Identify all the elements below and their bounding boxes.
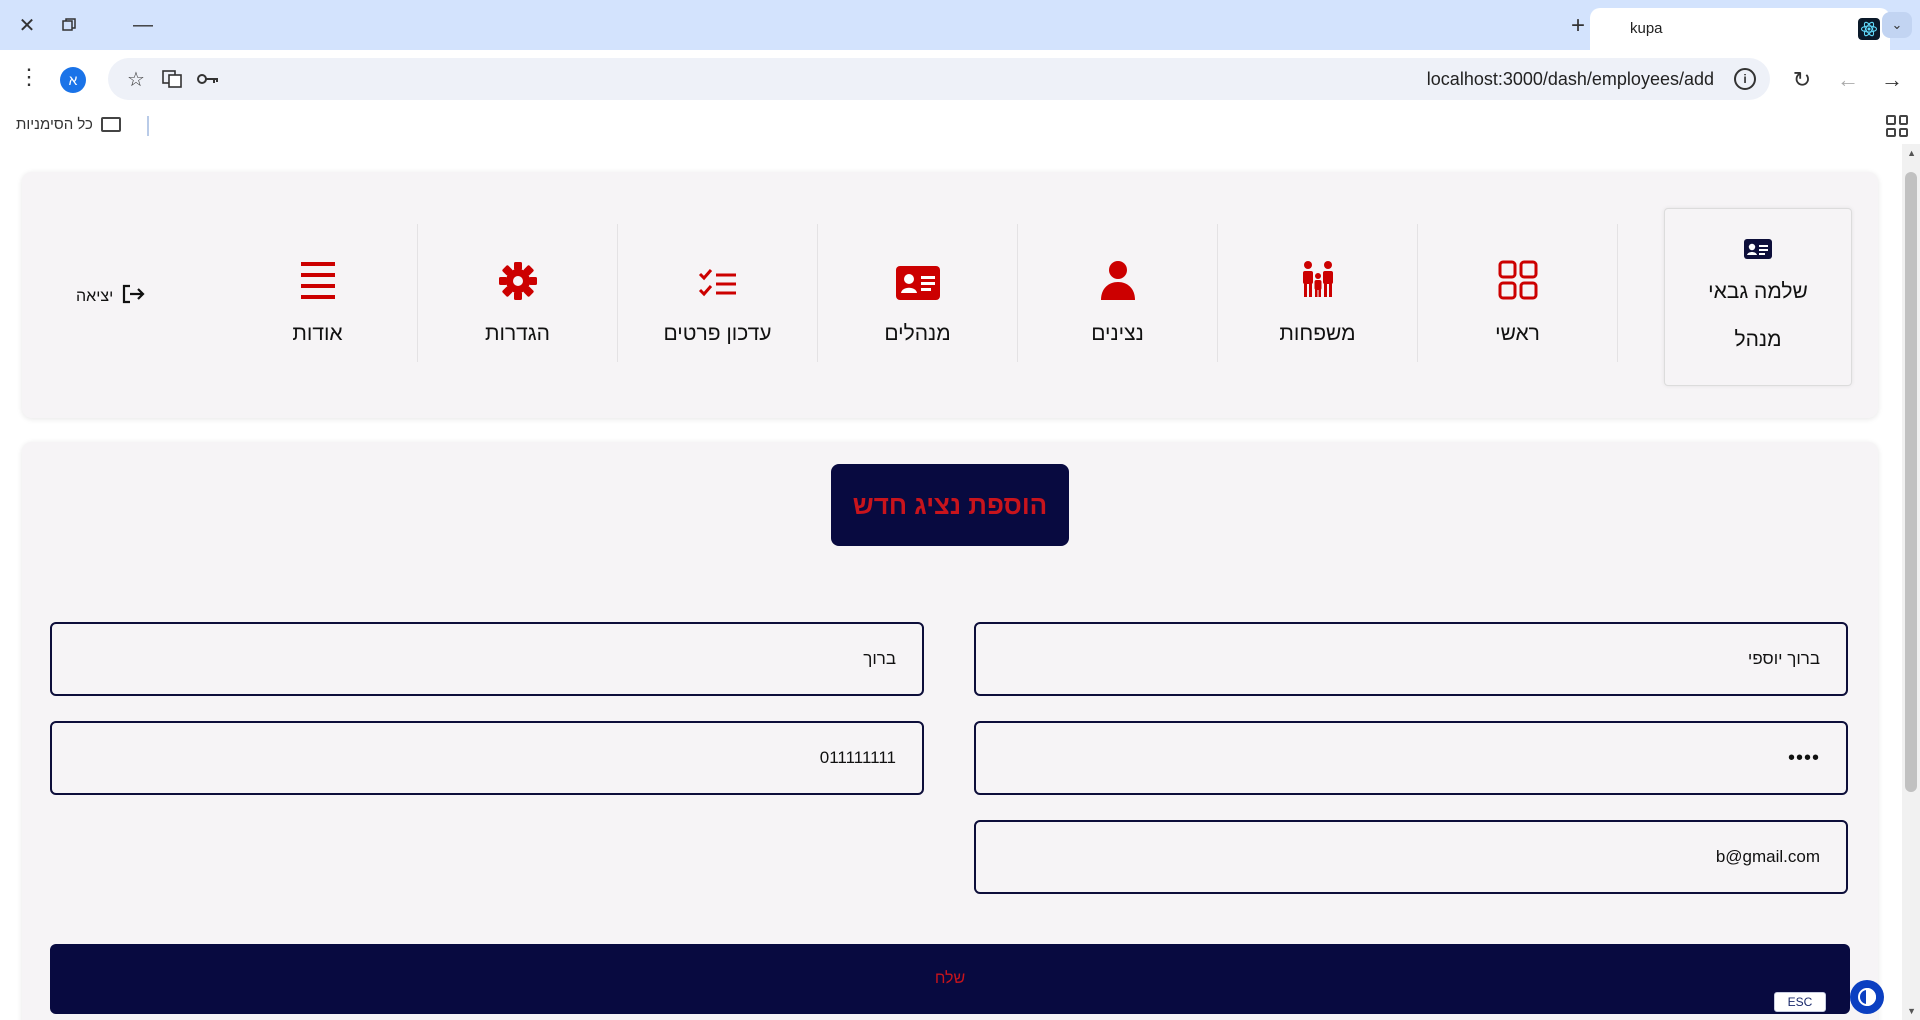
add-representative-form: הוספת נציג חדש שלח: [22, 442, 1878, 1020]
site-info-icon[interactable]: i: [1734, 68, 1756, 90]
translate-icon[interactable]: [160, 67, 184, 91]
nav-item-managers[interactable]: מנהלים: [818, 224, 1018, 362]
scroll-up-icon[interactable]: ▲: [1907, 148, 1916, 158]
reload-icon[interactable]: ↻: [1786, 64, 1818, 96]
nav-label: הגדרות: [484, 322, 550, 345]
apps-grid-icon[interactable]: [1886, 115, 1908, 137]
nav-item-update-details[interactable]: עדכון פרטים: [618, 224, 818, 362]
nav-label: ראשי: [1495, 322, 1540, 345]
password-input[interactable]: [974, 721, 1848, 795]
tab-title: kupa: [1630, 20, 1663, 37]
back-arrow-icon[interactable]: ←: [1832, 64, 1864, 96]
page-viewport: שלמה גבאי מנהל ראשי משפחות נצינים מנהלים…: [0, 144, 1920, 1020]
bookmarks-divider: [147, 116, 149, 136]
page-scrollbar[interactable]: ▲ ▼: [1902, 144, 1920, 1020]
accessibility-toggle-icon[interactable]: [1850, 980, 1884, 1014]
address-bar[interactable]: ☆ localhost:3000/dash/employees/add i: [108, 58, 1770, 100]
scroll-thumb[interactable]: [1905, 172, 1917, 792]
full-name-input[interactable]: [974, 622, 1848, 696]
menu-lines-icon: [300, 248, 335, 300]
react-favicon-icon: [1858, 18, 1880, 40]
tab-search-chevron-icon[interactable]: ⌄: [1882, 12, 1912, 38]
logout-arrow-icon: [121, 284, 145, 309]
all-bookmarks-button[interactable]: כל הסימניות: [16, 116, 121, 133]
nav-label: משפחות: [1279, 322, 1356, 345]
minimize-window-icon[interactable]: —: [126, 10, 160, 40]
submit-button[interactable]: שלח: [50, 944, 1850, 1014]
user-profile-card: שלמה גבאי מנהל: [1664, 208, 1852, 386]
close-window-icon[interactable]: ✕: [10, 10, 44, 40]
id-card-icon: [895, 248, 940, 300]
profile-role: מנהל: [1734, 328, 1782, 351]
bookmarks-bar: כל הסימניות: [0, 108, 1920, 144]
username-input[interactable]: [50, 622, 924, 696]
nav-label: מנהלים: [884, 322, 951, 345]
user-icon: [1099, 248, 1137, 300]
logout-label: יציאה: [76, 287, 114, 305]
folder-icon: [100, 117, 121, 132]
phone-input[interactable]: [50, 721, 924, 795]
nav-item-home[interactable]: ראשי: [1418, 224, 1618, 362]
scroll-down-icon[interactable]: ▼: [1907, 1006, 1916, 1016]
family-icon: [1298, 248, 1338, 300]
browser-tab[interactable]: ✕ kupa: [1590, 8, 1890, 50]
checklist-icon: [698, 248, 738, 300]
nav-item-settings[interactable]: הגדרות: [418, 224, 618, 362]
grid-icon: [1498, 248, 1538, 300]
browser-toolbar: ⋮ א ☆ localhost:3000/dash/employees/add …: [0, 50, 1920, 108]
id-badge-icon: [1744, 239, 1772, 264]
nav-item-about[interactable]: אודות: [218, 224, 418, 362]
email-input[interactable]: [974, 820, 1848, 894]
profile-name: שלמה גבאי: [1708, 280, 1808, 303]
password-key-icon[interactable]: [196, 67, 220, 91]
profile-avatar[interactable]: א: [60, 67, 86, 93]
nav-label: אודות: [292, 322, 343, 345]
restore-window-icon[interactable]: [52, 10, 86, 40]
forward-arrow-icon[interactable]: →: [1876, 64, 1908, 96]
gear-icon: [498, 248, 537, 300]
url-text: localhost:3000/dash/employees/add: [1426, 69, 1714, 89]
nav-label: נצינים: [1091, 322, 1144, 345]
all-bookmarks-label: כל הסימניות: [16, 116, 93, 133]
form-title: הוספת נציג חדש: [831, 464, 1069, 546]
esc-hint-badge[interactable]: ESC: [1774, 992, 1826, 1012]
nav-item-representatives[interactable]: נצינים: [1018, 224, 1218, 362]
new-tab-button[interactable]: +: [1571, 12, 1585, 40]
main-nav: שלמה גבאי מנהל ראשי משפחות נצינים מנהלים…: [22, 172, 1878, 418]
browser-tab-strip: ✕ — + ✕ kupa ⌄: [0, 0, 1920, 50]
browser-menu-icon[interactable]: ⋮: [18, 66, 40, 88]
nav-label: עדכון פרטים: [663, 322, 772, 345]
nav-item-families[interactable]: משפחות: [1218, 224, 1418, 362]
bookmark-star-icon[interactable]: ☆: [124, 67, 148, 91]
logout-button[interactable]: יציאה: [76, 284, 145, 309]
